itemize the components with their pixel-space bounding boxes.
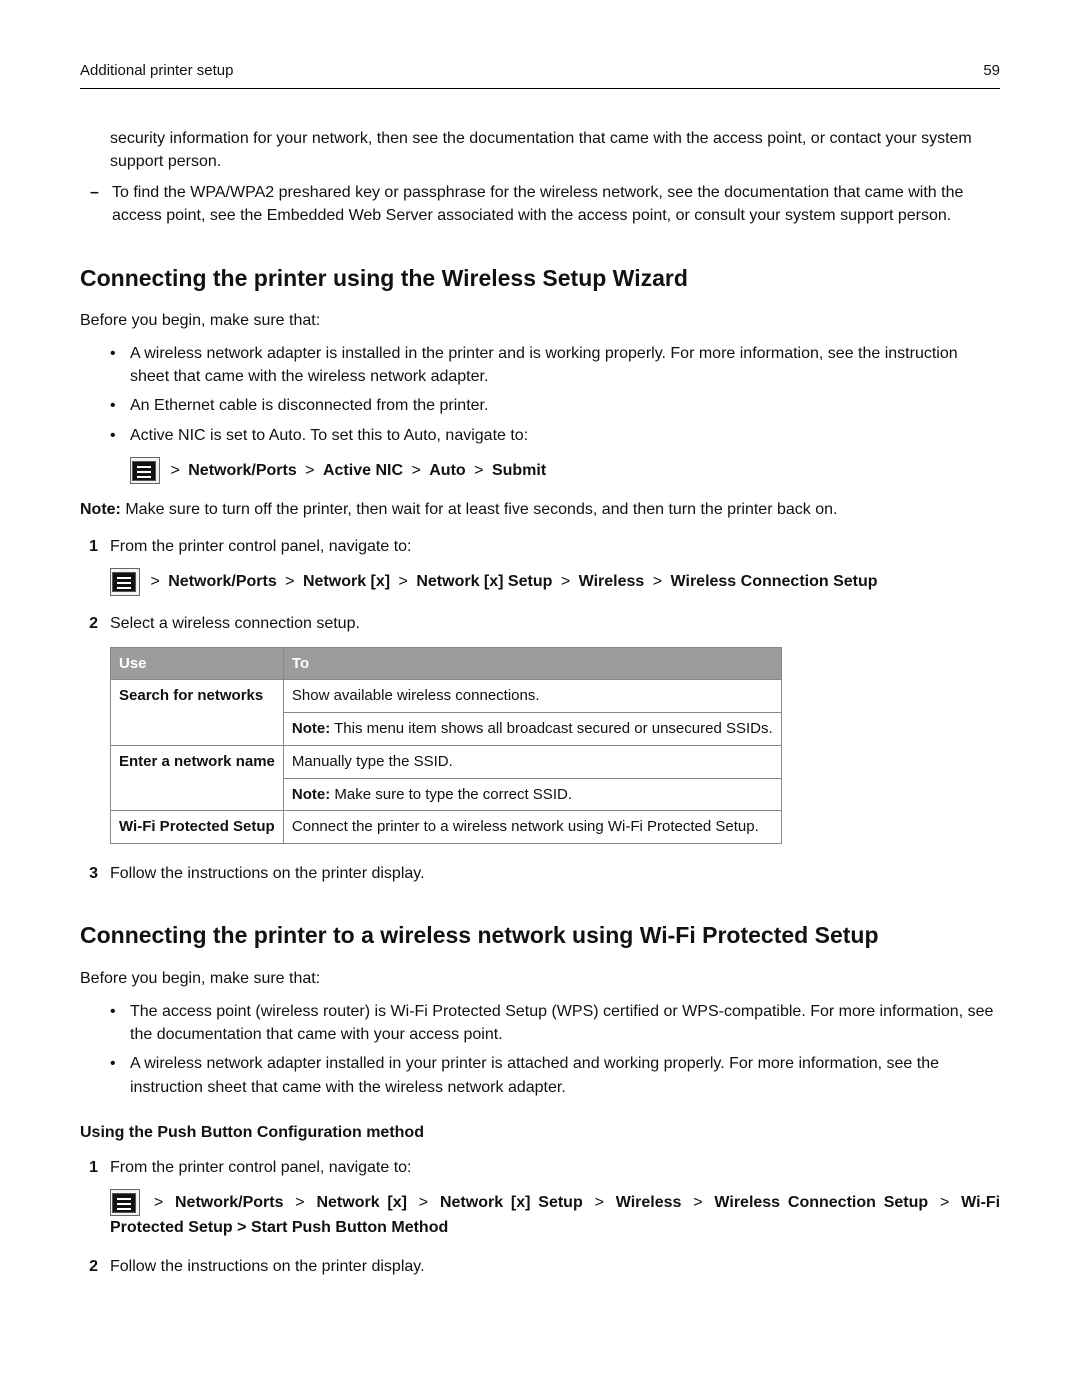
step-number: 1 (80, 1156, 98, 1248)
sec1-steps: 1 From the printer control panel, naviga… (80, 535, 1000, 885)
separator-icon: > (474, 462, 483, 479)
section-heading-wizard: Connecting the printer using the Wireles… (80, 262, 1000, 295)
separator-icon: > (305, 462, 314, 479)
nav-segment: Network/Ports (175, 1194, 283, 1211)
nav-segment: Wireless (616, 1194, 682, 1211)
separator-icon: > (693, 1194, 702, 1211)
nav-path-active-nic: > Network/Ports > Active NIC > Auto > Su… (130, 457, 1000, 484)
step-item: 1 From the printer control panel, naviga… (80, 535, 1000, 603)
list-item-text: Active NIC is set to Auto. To set this t… (130, 427, 528, 444)
table-row: Enter a network name Manually type the S… (111, 745, 782, 778)
table-row: Wi‑Fi Protected Setup Connect the printe… (111, 811, 782, 844)
step-item: 3 Follow the instructions on the printer… (80, 862, 1000, 885)
nav-segment: Network [x] (316, 1194, 407, 1211)
list-item: Active NIC is set to Auto. To set this t… (110, 424, 1000, 484)
separator-icon: > (399, 573, 408, 590)
step-number: 3 (80, 862, 98, 885)
table-cell: Note: Make sure to type the correct SSID… (283, 778, 781, 811)
table-cell: Enter a network name (111, 745, 284, 811)
step-text: From the printer control panel, navigate… (110, 538, 412, 555)
table-cell: Note: This menu item shows all broadcast… (283, 713, 781, 746)
table-cell: Wi‑Fi Protected Setup (111, 811, 284, 844)
separator-icon: > (940, 1194, 949, 1211)
before-text: Before you begin, make sure that: (80, 309, 1000, 332)
note-text: This menu item shows all broadcast secur… (330, 720, 772, 737)
note-label: Note: (292, 720, 330, 737)
table-cell: Show available wireless connections. (283, 680, 781, 713)
section-heading-wps: Connecting the printer to a wireless net… (80, 919, 1000, 952)
separator-icon: > (411, 462, 420, 479)
intro-dash-text: To find the WPA/WPA2 preshared key or pa… (112, 181, 1000, 227)
before-text: Before you begin, make sure that: (80, 967, 1000, 990)
header-title: Additional printer setup (80, 60, 233, 82)
note-label: Note: (80, 501, 121, 518)
nav-segment: Wireless (579, 573, 645, 590)
separator-icon: > (595, 1194, 604, 1211)
table-cell: Connect the printer to a wireless networ… (283, 811, 781, 844)
step-number: 2 (80, 1255, 98, 1278)
step-text: Follow the instructions on the printer d… (110, 865, 425, 882)
step-text: From the printer control panel, navigate… (110, 1159, 412, 1176)
table-cell: Manually type the SSID. (283, 745, 781, 778)
table-header-to: To (283, 647, 781, 680)
nav-segment: Auto (429, 462, 465, 479)
step-number: 1 (80, 535, 98, 603)
nav-segment: Wireless Connection Setup (671, 573, 878, 590)
list-item: An Ethernet cable is disconnected from t… (110, 394, 1000, 417)
separator-icon: > (561, 573, 570, 590)
connection-setup-table: Use To Search for networks Show availabl… (110, 647, 782, 845)
separator-icon: > (285, 573, 294, 590)
nav-segment: Network/Ports (168, 573, 276, 590)
note-label: Note: (292, 786, 330, 803)
separator-icon: > (653, 573, 662, 590)
menu-icon (110, 568, 140, 595)
page-header: Additional printer setup 59 (80, 60, 1000, 89)
nav-segment: Submit (492, 462, 546, 479)
nav-segment: Network/Ports (188, 462, 296, 479)
nav-path-wireless-setup: > Network/Ports > Network [x] > Network … (110, 568, 1000, 595)
page-number: 59 (983, 60, 1000, 82)
nav-segment: Wireless Connection Setup (714, 1194, 928, 1211)
list-item: A wireless network adapter is installed … (110, 342, 1000, 388)
separator-icon: > (419, 1194, 428, 1211)
nav-segment: Network [x] Setup (416, 573, 552, 590)
menu-icon (110, 1189, 140, 1216)
note-text: Make sure to type the correct SSID. (330, 786, 572, 803)
step-item: 2 Follow the instructions on the printer… (80, 1255, 1000, 1278)
note-line: Note: Make sure to turn off the printer,… (80, 498, 1000, 521)
sec1-bullet-list: A wireless network adapter is installed … (110, 342, 1000, 484)
nav-path-pushbutton: > Network/Ports > Network [x] > Network … (110, 1189, 1000, 1239)
separator-icon: > (295, 1194, 304, 1211)
table-row: Search for networks Show available wirel… (111, 680, 782, 713)
note-text: Make sure to turn off the printer, then … (121, 501, 838, 518)
dash-marker: – (90, 181, 104, 227)
sec2-bullet-list: The access point (wireless router) is Wi… (110, 1000, 1000, 1099)
separator-icon: > (170, 462, 179, 479)
subheading-pushbutton: Using the Push Button Configuration meth… (80, 1121, 1000, 1144)
step-text: Follow the instructions on the printer d… (110, 1258, 425, 1275)
step-item: 1 From the printer control panel, naviga… (80, 1156, 1000, 1248)
intro-dash-item: – To find the WPA/WPA2 preshared key or … (90, 181, 1000, 227)
list-item: A wireless network adapter installed in … (110, 1052, 1000, 1098)
intro-paragraph: security information for your network, t… (110, 127, 1000, 173)
sec2-steps: 1 From the printer control panel, naviga… (80, 1156, 1000, 1279)
nav-segment: Active NIC (323, 462, 403, 479)
menu-icon (130, 457, 160, 484)
separator-icon: > (154, 1194, 163, 1211)
step-text: Select a wireless connection setup. (110, 615, 360, 632)
table-cell: Search for networks (111, 680, 284, 746)
separator-icon: > (150, 573, 159, 590)
step-item: 2 Select a wireless connection setup. Us… (80, 612, 1000, 855)
table-header-use: Use (111, 647, 284, 680)
list-item: The access point (wireless router) is Wi… (110, 1000, 1000, 1046)
nav-segment: > Start Push Button Method (237, 1219, 448, 1236)
step-number: 2 (80, 612, 98, 855)
nav-segment: Network [x] (303, 573, 390, 590)
nav-segment: Network [x] Setup (440, 1194, 583, 1211)
